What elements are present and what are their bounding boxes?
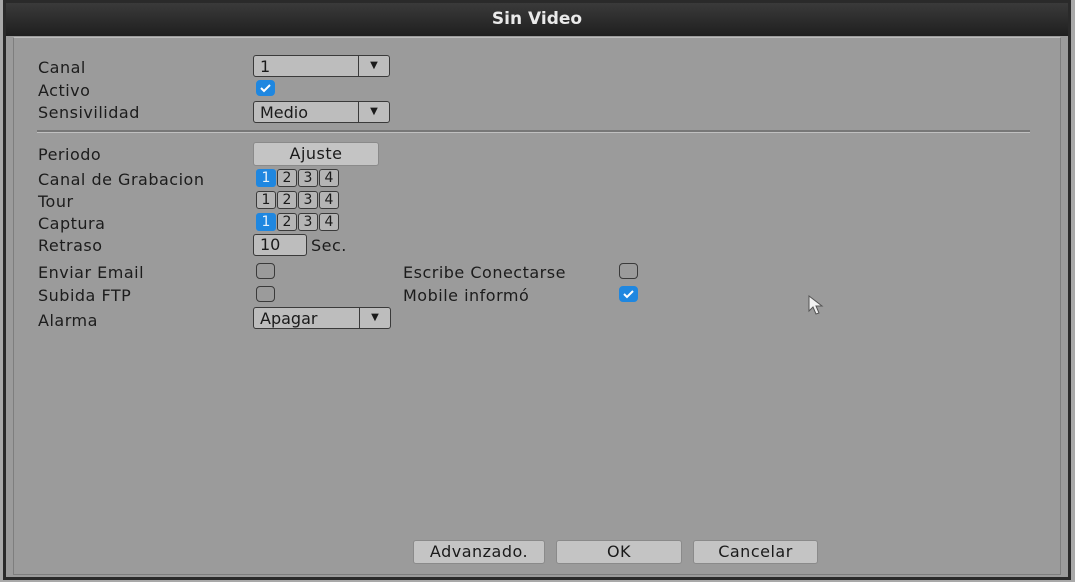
- tour-ch3[interactable]: 3: [298, 191, 318, 209]
- checkmark-icon: [623, 290, 634, 299]
- mobile-informo-checkbox[interactable]: [619, 286, 638, 302]
- captura-ch4[interactable]: 4: [319, 213, 339, 231]
- tour-ch2[interactable]: 2: [277, 191, 297, 209]
- canal-grabacion-label: Canal de Grabacion: [38, 170, 205, 189]
- canal-select[interactable]: 1 ▼: [253, 55, 390, 77]
- section-divider: [37, 130, 1030, 133]
- activo-label: Activo: [38, 81, 91, 100]
- alarma-select-value: Apagar: [260, 309, 318, 328]
- periodo-ajuste-button[interactable]: Ajuste: [253, 142, 379, 166]
- advanced-button[interactable]: Advanzado.: [413, 540, 545, 564]
- canal-label: Canal: [38, 58, 86, 77]
- dialog-frame: [13, 37, 1061, 575]
- enviar-email-label: Enviar Email: [38, 263, 145, 282]
- canal-grabacion-ch2[interactable]: 2: [277, 169, 297, 187]
- canal-grabacion-channels: 1 2 3 4: [256, 169, 339, 187]
- subida-ftp-label: Subida FTP: [38, 286, 132, 305]
- captura-ch1[interactable]: 1: [256, 213, 276, 231]
- chevron-down-icon: ▼: [359, 308, 390, 328]
- sensivilidad-select[interactable]: Medio ▼: [253, 101, 390, 123]
- enviar-email-checkbox[interactable]: [256, 263, 275, 279]
- activo-checkbox[interactable]: [256, 80, 275, 96]
- ok-button[interactable]: OK: [556, 540, 682, 564]
- no-video-dialog: Sin Video: [3, 0, 1071, 580]
- canal-select-value: 1: [260, 57, 271, 76]
- retraso-input[interactable]: 10: [253, 234, 307, 256]
- periodo-label: Periodo: [38, 145, 102, 164]
- mobile-informo-label: Mobile informó: [403, 286, 530, 305]
- tour-channels: 1 2 3 4: [256, 191, 339, 209]
- escribe-conectarse-label: Escribe Conectarse: [403, 263, 566, 282]
- tour-ch4[interactable]: 4: [319, 191, 339, 209]
- dialog-title: Sin Video: [6, 3, 1068, 36]
- alarma-label: Alarma: [38, 311, 98, 330]
- canal-grabacion-ch4[interactable]: 4: [319, 169, 339, 187]
- escribe-conectarse-checkbox[interactable]: [619, 263, 638, 279]
- tour-ch1[interactable]: 1: [256, 191, 276, 209]
- mouse-pointer-icon: [808, 295, 824, 315]
- captura-channels: 1 2 3 4: [256, 213, 339, 231]
- alarma-select[interactable]: Apagar ▼: [253, 307, 391, 329]
- captura-ch3[interactable]: 3: [298, 213, 318, 231]
- canal-grabacion-ch3[interactable]: 3: [298, 169, 318, 187]
- chevron-down-icon: ▼: [358, 102, 389, 122]
- cancel-button[interactable]: Cancelar: [693, 540, 818, 564]
- sensivilidad-label: Sensivilidad: [38, 103, 140, 122]
- captura-label: Captura: [38, 214, 106, 233]
- checkmark-icon: [260, 84, 271, 93]
- retraso-unit: Sec.: [311, 236, 347, 255]
- sensivilidad-select-value: Medio: [260, 103, 309, 122]
- chevron-down-icon: ▼: [358, 56, 389, 76]
- captura-ch2[interactable]: 2: [277, 213, 297, 231]
- retraso-label: Retraso: [38, 236, 103, 255]
- tour-label: Tour: [38, 192, 74, 211]
- subida-ftp-checkbox[interactable]: [256, 286, 275, 302]
- canal-grabacion-ch1[interactable]: 1: [256, 169, 276, 187]
